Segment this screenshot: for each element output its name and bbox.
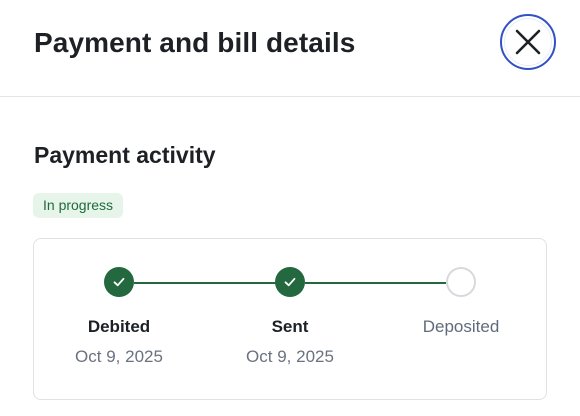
payment-activity-heading: Payment activity bbox=[34, 142, 216, 168]
step-sent-date: Oct 9, 2025 bbox=[246, 347, 334, 366]
check-icon bbox=[113, 277, 125, 287]
step-sent-label: Sent bbox=[271, 317, 309, 336]
step-deposited-label: Deposited bbox=[422, 317, 500, 336]
dialog-title: Payment and bill details bbox=[34, 27, 356, 58]
step-deposited-indicator bbox=[446, 267, 476, 297]
step-sent-indicator bbox=[275, 267, 305, 297]
dialog-header: Payment and bill details bbox=[0, 0, 580, 97]
close-icon bbox=[515, 29, 541, 55]
close-button[interactable] bbox=[500, 14, 556, 70]
check-icon bbox=[284, 277, 296, 287]
step-debited-label: Debited bbox=[87, 317, 151, 336]
progress-connector-sent-deposited bbox=[305, 282, 446, 284]
step-debited-indicator bbox=[104, 267, 134, 297]
progress-connector-debited-sent bbox=[134, 282, 276, 284]
step-debited-date: Oct 9, 2025 bbox=[75, 347, 163, 366]
status-badge: In progress bbox=[33, 193, 124, 218]
payment-details-dialog: Payment and bill details Payment activit… bbox=[0, 0, 580, 416]
